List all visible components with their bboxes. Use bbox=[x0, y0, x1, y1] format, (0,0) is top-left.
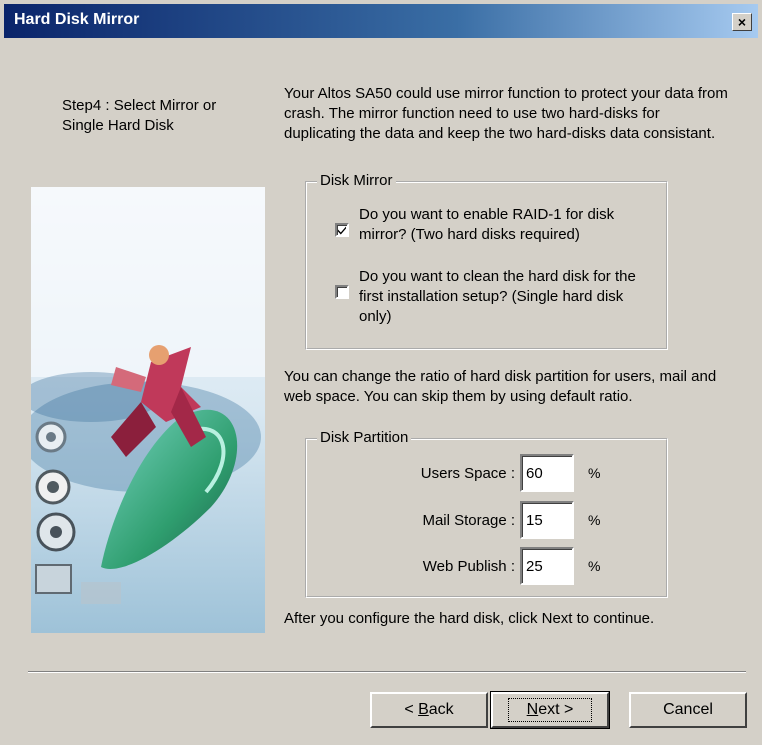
mail-storage-input[interactable] bbox=[520, 501, 574, 539]
mail-storage-label: Mail Storage : bbox=[422, 512, 515, 529]
web-publish-input[interactable] bbox=[520, 547, 574, 585]
partition-text: You can change the ratio of hard disk pa… bbox=[284, 368, 717, 405]
checkmark-icon bbox=[338, 226, 346, 235]
next-button[interactable]: Next > bbox=[490, 691, 610, 729]
disk-partition-group: Disk Partition Users Space : % Mail Stor… bbox=[305, 429, 668, 598]
back-button[interactable]: < Back bbox=[370, 692, 488, 728]
disk-mirror-legend: Disk Mirror bbox=[317, 172, 396, 189]
users-space-input[interactable] bbox=[520, 454, 574, 492]
footer-text: After you configure the hard disk, click… bbox=[284, 610, 655, 627]
web-publish-unit: % bbox=[588, 558, 601, 574]
users-space-label: Users Space : bbox=[420, 465, 515, 482]
web-publish-label: Web Publish : bbox=[422, 558, 515, 575]
intro-text: Your Altos SA50 could use mirror functio… bbox=[284, 85, 728, 142]
close-icon: × bbox=[737, 14, 747, 30]
surfer-illustration bbox=[31, 187, 265, 633]
window-title: Hard Disk Mirror bbox=[14, 11, 140, 28]
dialog-window: Hard Disk Mirror × Step4 : Select Mirror… bbox=[0, 0, 762, 745]
clean-disk-checkbox[interactable] bbox=[335, 285, 349, 299]
step-label: Step4 : Select Mirror or Single Hard Dis… bbox=[62, 97, 217, 134]
raid1-label: Do you want to enable RAID-1 for disk mi… bbox=[359, 206, 615, 243]
raid1-checkbox[interactable] bbox=[335, 223, 349, 237]
users-space-unit: % bbox=[588, 465, 601, 481]
title-bar: Hard Disk Mirror × bbox=[4, 4, 758, 38]
clean-disk-label: Do you want to clean the hard disk for t… bbox=[359, 268, 636, 325]
cancel-button[interactable]: Cancel bbox=[629, 692, 747, 728]
disk-mirror-group: Disk Mirror Do you want to enable RAID-1… bbox=[305, 172, 668, 350]
disk-partition-legend: Disk Partition bbox=[317, 429, 412, 446]
mail-storage-unit: % bbox=[588, 512, 601, 528]
close-button[interactable]: × bbox=[732, 13, 752, 31]
separator bbox=[28, 671, 746, 673]
